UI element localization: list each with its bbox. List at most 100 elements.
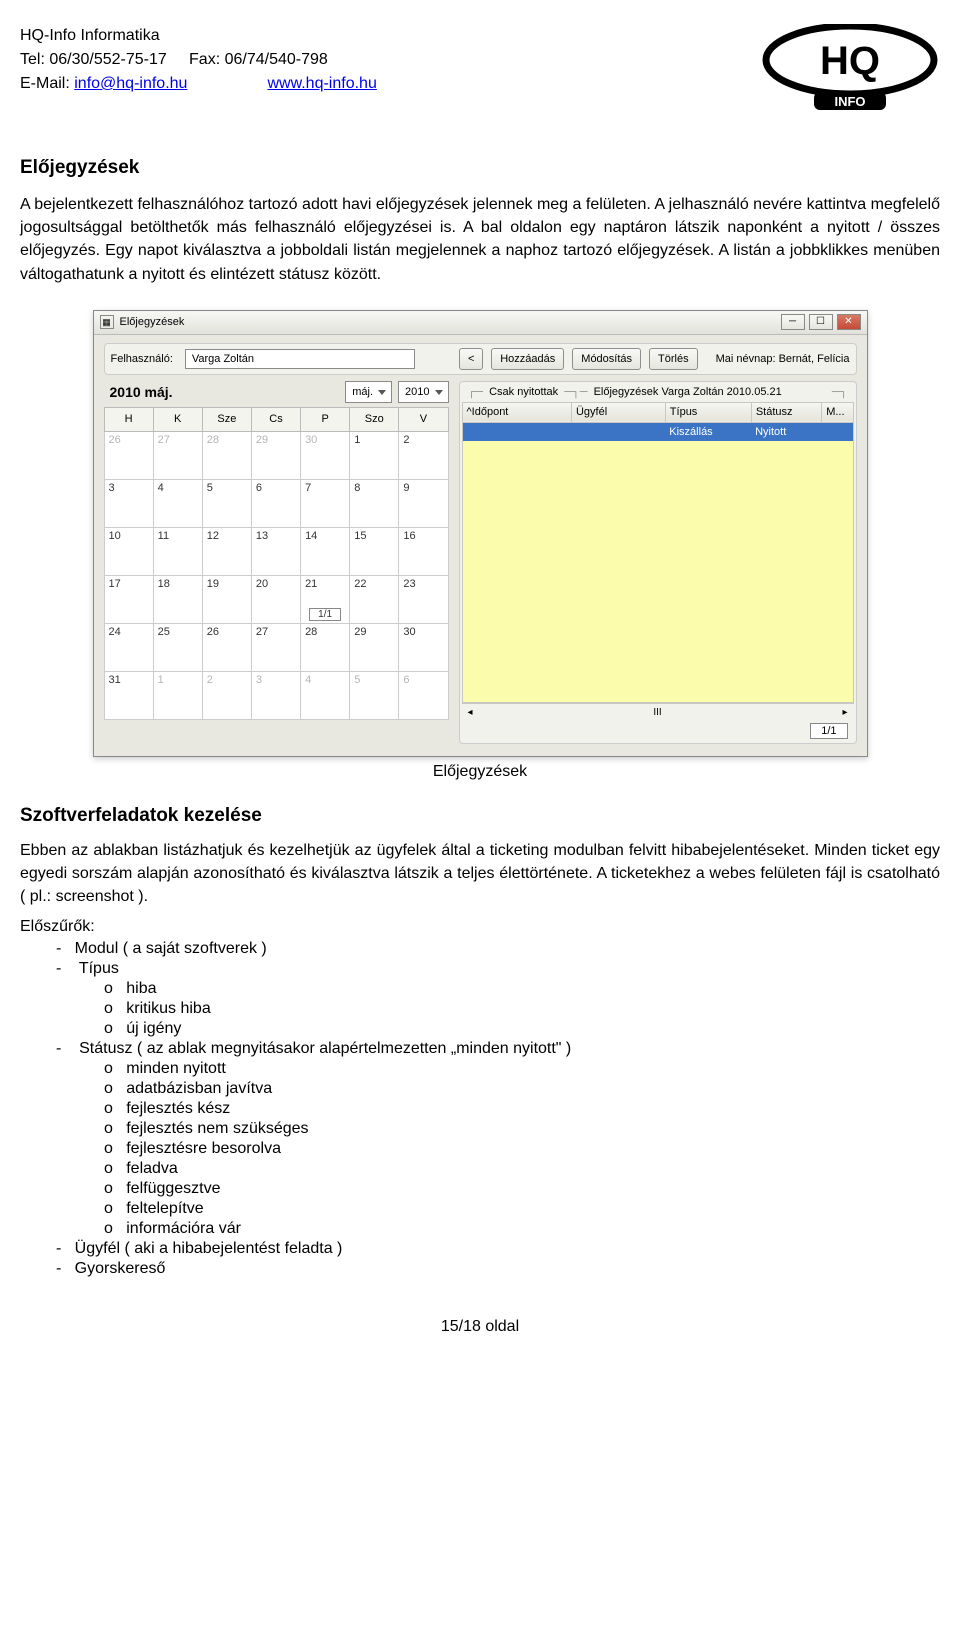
list-column[interactable]: Státusz bbox=[751, 402, 821, 422]
calendar-dow: H bbox=[104, 407, 153, 431]
calendar-day[interactable]: 10 bbox=[104, 527, 153, 575]
calendar-day[interactable]: 4 bbox=[301, 671, 350, 719]
calendar-grid[interactable]: HKSzeCsPSzoV 262728293012345678910111213… bbox=[104, 407, 449, 720]
edit-button[interactable]: Módosítás bbox=[572, 348, 641, 370]
calendar-dow: Szo bbox=[350, 407, 399, 431]
month-combo[interactable]: máj. bbox=[345, 381, 392, 403]
calendar-dow: Cs bbox=[251, 407, 300, 431]
calendar-dow: K bbox=[153, 407, 202, 431]
calendar-day[interactable]: 2 bbox=[399, 431, 448, 479]
calendar-title: 2010 máj. bbox=[104, 384, 340, 400]
window-title: Előjegyzések bbox=[120, 316, 185, 328]
list-column[interactable]: ^Időpont bbox=[462, 402, 571, 422]
list-panel: ┌─ Csak nyitottak ─┐─ Előjegyzések Varga… bbox=[459, 381, 857, 744]
page-footer: 15/18 oldal bbox=[20, 1318, 940, 1336]
filter-subitem: minden nyitott bbox=[104, 1060, 940, 1078]
list-column[interactable]: M... bbox=[822, 402, 853, 422]
calendar-day[interactable]: 8 bbox=[350, 479, 399, 527]
calendar-day[interactable]: 28 bbox=[301, 623, 350, 671]
calendar-day[interactable]: 6 bbox=[251, 479, 300, 527]
calendar-day[interactable]: 5 bbox=[202, 479, 251, 527]
filter-subitem: hiba bbox=[104, 980, 940, 998]
calendar-day[interactable]: 1 bbox=[350, 431, 399, 479]
calendar-day[interactable]: 29 bbox=[251, 431, 300, 479]
calendar-day[interactable]: 17 bbox=[104, 575, 153, 623]
calendar-day[interactable]: 19 bbox=[202, 575, 251, 623]
calendar-day[interactable]: 29 bbox=[350, 623, 399, 671]
figure-caption: Előjegyzések bbox=[20, 763, 940, 781]
filter-label: Csak nyitottak bbox=[489, 386, 558, 398]
svg-text:HQ: HQ bbox=[820, 39, 880, 83]
calendar-day[interactable]: 25 bbox=[153, 623, 202, 671]
calendar-day[interactable]: 6 bbox=[399, 671, 448, 719]
section1-title: Előjegyzések bbox=[20, 157, 940, 179]
list-header: ^IdőpontÜgyfélTípusStátuszM... bbox=[462, 402, 854, 423]
toolbar: Felhasználó: Varga Zoltán < Hozzáadás Mó… bbox=[104, 343, 857, 375]
filter-subitem: adatbázisban javítva bbox=[104, 1080, 940, 1098]
filter-item: Modul ( a saját szoftverek ) bbox=[56, 940, 940, 958]
screenshot-container: ▦ Előjegyzések ─ ☐ ✕ Felhasználó: Varga … bbox=[20, 310, 940, 757]
filter-subitem: felfüggesztve bbox=[104, 1180, 940, 1198]
calendar-day[interactable]: 31 bbox=[104, 671, 153, 719]
list-group-header: ┌─ Csak nyitottak ─┐─ Előjegyzések Varga… bbox=[462, 384, 854, 400]
prev-button[interactable]: < bbox=[459, 348, 483, 370]
year-combo[interactable]: 2010 bbox=[398, 381, 448, 403]
calendar-dow: V bbox=[399, 407, 448, 431]
window-controls: ─ ☐ ✕ bbox=[781, 314, 861, 330]
calendar-day[interactable]: 11 bbox=[153, 527, 202, 575]
calendar-day[interactable]: 3 bbox=[104, 479, 153, 527]
calendar-day[interactable]: 24 bbox=[104, 623, 153, 671]
filter-subitem: új igény bbox=[104, 1020, 940, 1038]
calendar-day[interactable]: 28 bbox=[202, 431, 251, 479]
calendar-day[interactable]: 22 bbox=[350, 575, 399, 623]
calendar-day[interactable]: 7 bbox=[301, 479, 350, 527]
list-column[interactable]: Típus bbox=[665, 402, 751, 422]
calendar-day[interactable]: 2 bbox=[202, 671, 251, 719]
calendar-day[interactable]: 27 bbox=[251, 623, 300, 671]
calendar-day[interactable]: 5 bbox=[350, 671, 399, 719]
paragraph-1: A bejelentkezett felhasználóhoz tartozó … bbox=[20, 193, 940, 286]
calendar-day[interactable]: 1 bbox=[153, 671, 202, 719]
minimize-button[interactable]: ─ bbox=[781, 314, 805, 330]
hq-logo: HQ INFO bbox=[760, 24, 940, 121]
calendar-day[interactable]: 27 bbox=[153, 431, 202, 479]
calendar-day[interactable]: 9 bbox=[399, 479, 448, 527]
calendar-day[interactable]: 14 bbox=[301, 527, 350, 575]
list-body[interactable]: Kiszállás Nyitott bbox=[462, 423, 854, 703]
list-column[interactable]: Ügyfél bbox=[571, 402, 665, 422]
calendar-day[interactable]: 23 bbox=[399, 575, 448, 623]
calendar-day[interactable]: 30 bbox=[399, 623, 448, 671]
scroll-right-icon[interactable]: ▸ bbox=[842, 707, 847, 718]
email-link[interactable]: info@hq-info.hu bbox=[74, 75, 187, 92]
company-phones: Tel: 06/30/552-75-17 Fax: 06/74/540-798 bbox=[20, 48, 377, 72]
calendar-day[interactable]: 3 bbox=[251, 671, 300, 719]
maximize-button[interactable]: ☐ bbox=[809, 314, 833, 330]
calendar-day[interactable]: 16 bbox=[399, 527, 448, 575]
calendar-day[interactable]: 20 bbox=[251, 575, 300, 623]
day-count-badge: 1/1 bbox=[309, 608, 341, 621]
horizontal-scrollbar[interactable]: ◂ III ▸ bbox=[462, 703, 854, 721]
user-label: Felhasználó: bbox=[111, 353, 177, 365]
add-button[interactable]: Hozzáadás bbox=[491, 348, 564, 370]
calendar-day[interactable]: 18 bbox=[153, 575, 202, 623]
filter-item: Típus hibakritikus hibaúj igény bbox=[56, 960, 940, 1038]
user-field[interactable]: Varga Zoltán bbox=[185, 349, 415, 369]
svg-text:INFO: INFO bbox=[834, 94, 865, 109]
scroll-left-icon[interactable]: ◂ bbox=[468, 707, 473, 718]
delete-button[interactable]: Törlés bbox=[649, 348, 698, 370]
calendar-day[interactable]: 12 bbox=[202, 527, 251, 575]
calendar-day[interactable]: 15 bbox=[350, 527, 399, 575]
filter-subitem: információra vár bbox=[104, 1220, 940, 1238]
filter-subitem: feladva bbox=[104, 1160, 940, 1178]
calendar-day[interactable]: 30 bbox=[301, 431, 350, 479]
calendar-day[interactable]: 26 bbox=[202, 623, 251, 671]
calendar-dow: P bbox=[301, 407, 350, 431]
close-button[interactable]: ✕ bbox=[837, 314, 861, 330]
web-link[interactable]: www.hq-info.hu bbox=[267, 75, 376, 92]
calendar-day[interactable]: 26 bbox=[104, 431, 153, 479]
list-row-selected[interactable]: Kiszállás Nyitott bbox=[463, 423, 853, 441]
calendar-day[interactable]: 211/1 bbox=[301, 575, 350, 623]
nameday-label: Mai névnap: Bernát, Felícia bbox=[706, 353, 850, 365]
calendar-day[interactable]: 4 bbox=[153, 479, 202, 527]
calendar-day[interactable]: 13 bbox=[251, 527, 300, 575]
